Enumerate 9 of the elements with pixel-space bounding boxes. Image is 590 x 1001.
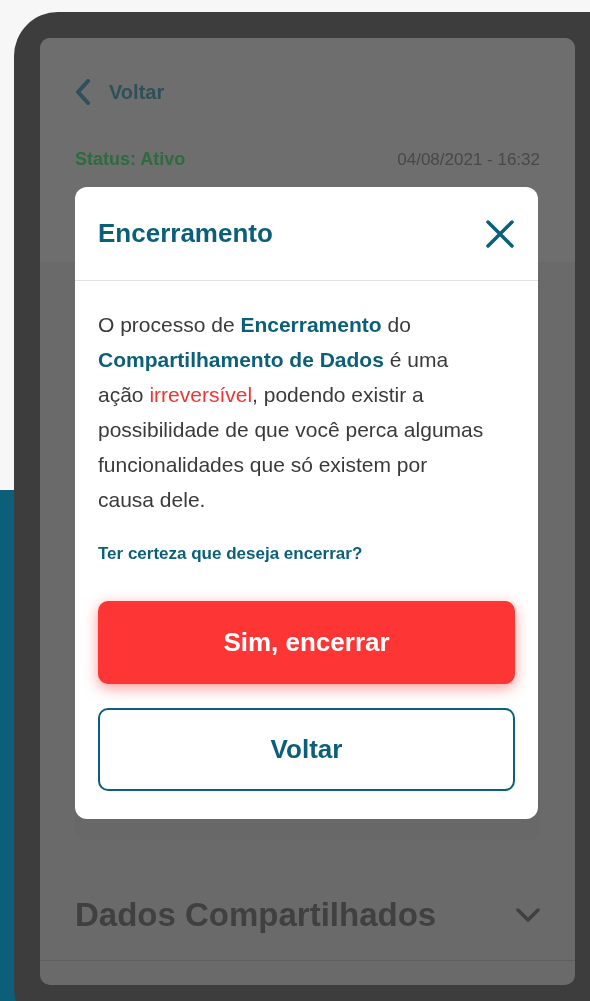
chevron-down-icon[interactable] [516, 908, 540, 922]
close-icon[interactable] [485, 218, 515, 249]
modal-message: O processo de Encerramento do Compartilhamento de Dados é uma ação irreversível, podendo existir a possibilidade de que você perca algumas funcionalidades que só existem por causa dele. [98, 312, 485, 513]
confirm-question: Ter certeza que deseja encerrar? [98, 543, 364, 565]
back-chevron-icon[interactable] [75, 79, 91, 105]
status-label: Status: Ativo [75, 148, 186, 171]
confirm-button[interactable]: Sim, encerrar [98, 600, 515, 684]
back-button[interactable]: Voltar [98, 707, 515, 791]
modal-title: Encerramento [98, 217, 273, 250]
